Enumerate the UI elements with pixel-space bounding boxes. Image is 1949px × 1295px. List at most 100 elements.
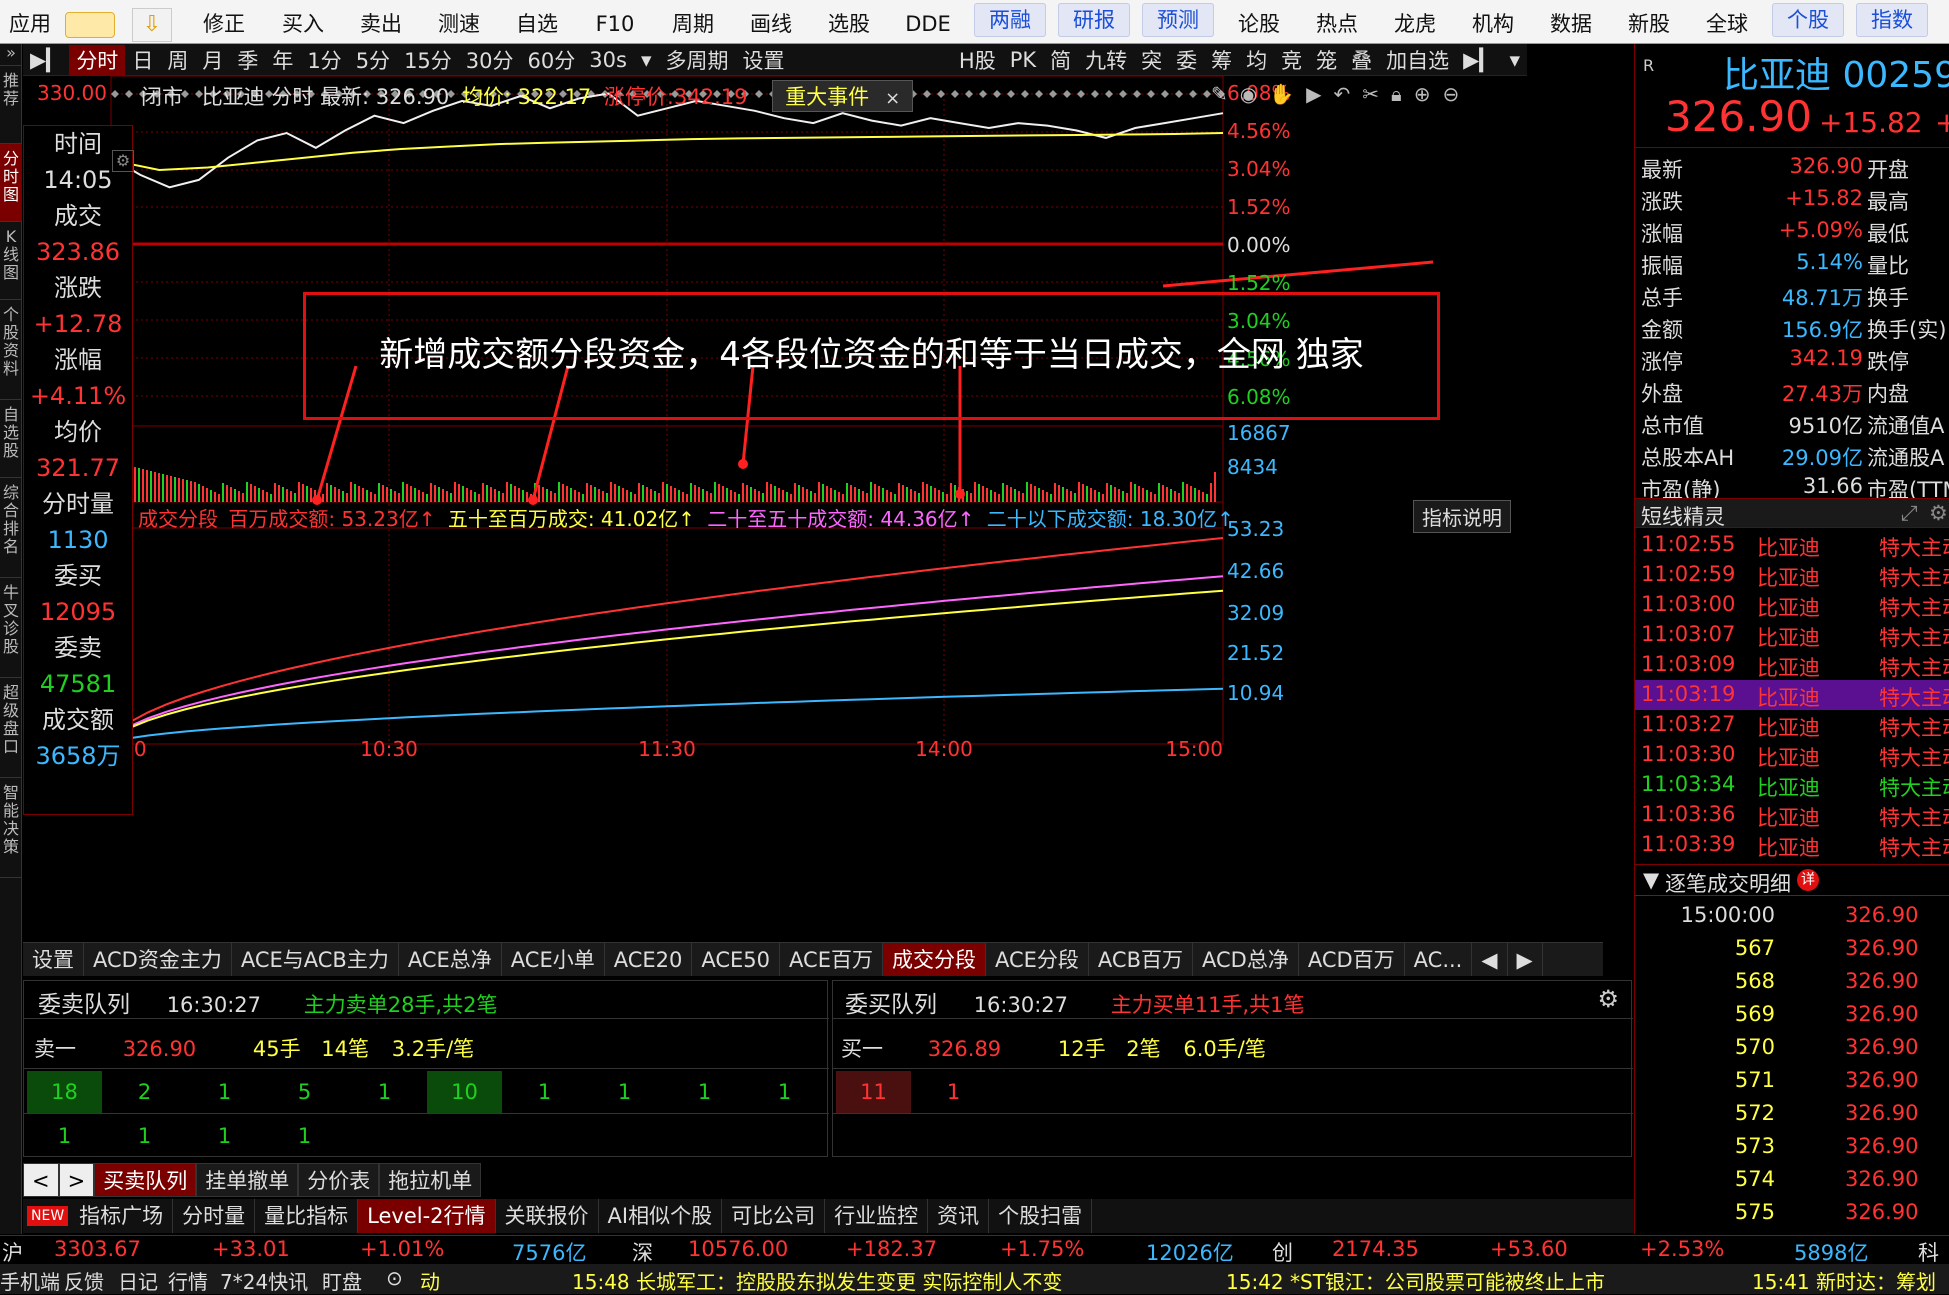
spirit-row[interactable]: 11:03:36 比亚迪 特大主动 (1635, 800, 1949, 830)
close-icon[interactable]: × (885, 88, 900, 109)
lock-icon[interactable]: 🔒︎ (1391, 82, 1414, 106)
nav-kline[interactable]: K线图 (0, 222, 22, 300)
gear-icon[interactable]: ⚙ (1597, 985, 1619, 1013)
tab-tractor[interactable]: 拖拉机单 (379, 1163, 482, 1197)
toolbar-watchlist[interactable]: 自选 (498, 0, 576, 43)
scissors-icon[interactable]: ✂ (1362, 82, 1391, 106)
detail-badge-icon[interactable]: 详 (1797, 869, 1819, 891)
toolbar-draw[interactable]: 画线 (732, 0, 810, 43)
toolbar-icon-2[interactable]: ⇩ (120, 0, 184, 43)
btn-simple[interactable]: 简 (1043, 45, 1078, 75)
toolbar-dde[interactable]: DDE (888, 0, 968, 43)
spirit-row[interactable]: 11:03:27 比亚迪 特大主动 (1635, 710, 1949, 740)
toolbar-index[interactable]: 指数 (1856, 3, 1928, 37)
toolbar-dragon[interactable]: 龙虎 (1376, 0, 1454, 43)
play-end-icon[interactable]: ▶▎ (1456, 48, 1502, 72)
spirit-row[interactable]: 11:03:07 比亚迪 特大主动 (1635, 620, 1949, 650)
collapse-icon[interactable]: ▼ (1643, 868, 1659, 892)
news-headline-3[interactable]: 15:41 新时达：筹划 (1752, 1266, 1936, 1295)
func-level2[interactable]: Level-2行情 (358, 1199, 496, 1233)
play-icon[interactable]: ▶ (1306, 82, 1333, 106)
news-headline-1[interactable]: 15:48 长城军工：控股股东拟发生变更 实际控制人不变 (572, 1266, 1062, 1295)
news-item-diary[interactable]: 日记 (118, 1266, 158, 1295)
toolbar-screener[interactable]: 选股 (810, 0, 888, 43)
btn-cage[interactable]: 笼 (1309, 45, 1344, 75)
func-ai-similar[interactable]: AI相似个股 (599, 1199, 723, 1233)
popout-icon[interactable]: ⤢ (1901, 501, 1918, 526)
period-day[interactable]: 日 (125, 45, 160, 75)
toolbar-margin[interactable]: 两融 (974, 3, 1046, 37)
func-risk-scan[interactable]: 个股扫雷 (989, 1199, 1093, 1233)
toolbar-icon-1[interactable] (60, 0, 120, 43)
func-volume-ratio[interactable]: 量比指标 (255, 1199, 359, 1233)
tab-order-queue[interactable]: 买卖队列 (94, 1163, 197, 1197)
spirit-row[interactable]: 11:03:30 比亚迪 特大主动 (1635, 740, 1949, 770)
period-week[interactable]: 周 (160, 45, 195, 75)
news-item-feedback[interactable]: 反馈 (64, 1266, 104, 1295)
period-1m[interactable]: 1分 (300, 45, 348, 75)
ind-tab-ace-net[interactable]: ACE总净 (399, 943, 502, 976)
nav-watch[interactable]: 自选股 (0, 400, 22, 478)
ind-tab-acd-million[interactable]: ACD百万 (1299, 943, 1405, 976)
scroll-left-icon[interactable]: ◀ (1472, 943, 1508, 976)
ind-tab-acb-million[interactable]: ACB百万 (1089, 943, 1193, 976)
func-indicator-square[interactable]: 指标广场 (70, 1199, 174, 1233)
period-intraday[interactable]: 分时 (69, 44, 126, 75)
func-industry-monitor[interactable]: 行业监控 (825, 1199, 929, 1233)
nav-next-icon[interactable]: > (58, 1163, 95, 1197)
toolbar-hot[interactable]: 热点 (1298, 0, 1376, 43)
period-15m[interactable]: 15分 (397, 45, 459, 75)
news-item-watch[interactable]: 盯盘 (322, 1266, 362, 1295)
news-item-flash[interactable]: 7*24快讯 (220, 1266, 308, 1295)
spirit-row[interactable]: 11:03:19 比亚迪 特大主动 (1635, 680, 1949, 710)
toolbar-research[interactable]: 研报 (1058, 3, 1130, 37)
period-settings[interactable]: 设置 (735, 45, 791, 75)
btn-nine[interactable]: 九转 (1078, 45, 1134, 75)
btn-add-watch[interactable]: 加自选 (1379, 45, 1456, 75)
toolbar-buy[interactable]: 买入 (264, 0, 342, 43)
ind-tab-settings[interactable]: 设置 (23, 943, 84, 976)
spirit-row[interactable]: 11:03:34 比亚迪 特大主动 (1635, 770, 1949, 800)
toolbar-period[interactable]: 周期 (654, 0, 732, 43)
spirit-row[interactable]: 11:03:39 比亚迪 特大主动 (1635, 830, 1949, 860)
func-related-quote[interactable]: 关联报价 (496, 1199, 599, 1233)
ind-tab-ace-acb[interactable]: ACE与ACB主力 (232, 943, 399, 976)
func-volume[interactable]: 分时量 (173, 1199, 256, 1233)
tab-cancel-orders[interactable]: 挂单撤单 (196, 1163, 299, 1197)
toolbar-forecast[interactable]: 预测 (1142, 3, 1214, 37)
pen-icon[interactable]: ✎ (1211, 82, 1240, 106)
func-comparable[interactable]: 可比公司 (722, 1199, 826, 1233)
ind-tab-ace50[interactable]: ACE50 (692, 943, 781, 976)
nav-prev-icon[interactable]: < (23, 1163, 59, 1197)
nav-ai[interactable]: 智能决策 (0, 778, 22, 878)
period-30s[interactable]: 30s (582, 48, 634, 72)
toolbar-sell[interactable]: 卖出 (342, 0, 420, 43)
undo-icon[interactable]: ↶ (1334, 82, 1363, 106)
ind-tab-segment[interactable]: 成交分段 (882, 943, 986, 976)
nav-profile[interactable]: 个股资料 (0, 300, 22, 400)
nav-diagnosis[interactable]: 牛叉诊股 (0, 578, 22, 678)
toolbar-stock[interactable]: 个股 (1772, 3, 1844, 37)
spirit-row[interactable]: 11:03:09 比亚迪 特大主动 (1635, 650, 1949, 680)
period-month[interactable]: 月 (195, 45, 230, 75)
nav-ranking[interactable]: 综合排名 (0, 478, 22, 578)
hand-icon[interactable]: ✋ (1269, 82, 1306, 106)
ind-tab-more[interactable]: AC... (1405, 943, 1473, 976)
news-item-mobile[interactable]: 手机端 (0, 1266, 60, 1295)
scroll-right-icon[interactable]: ▶ (1508, 943, 1543, 976)
toolbar-correct[interactable]: 修正 (184, 0, 264, 43)
period-year[interactable]: 年 (265, 45, 300, 75)
indicator-help-button[interactable]: 指标说明 (1413, 500, 1511, 533)
gear-icon[interactable]: ⚙ (1929, 501, 1948, 525)
btn-pk[interactable]: PK (1003, 48, 1043, 72)
zoom-out-icon[interactable]: ⊖ (1442, 82, 1471, 106)
ind-tab-ace20[interactable]: ACE20 (605, 943, 693, 976)
toolbar-ipo[interactable]: 新股 (1610, 0, 1688, 43)
period-multi[interactable]: 多周期 (658, 45, 735, 75)
period-5m[interactable]: 5分 (349, 45, 397, 75)
btn-avg[interactable]: 均 (1239, 45, 1274, 75)
toolbar-data[interactable]: 数据 (1532, 0, 1610, 43)
btn-auction[interactable]: 竞 (1274, 45, 1309, 75)
major-event-button[interactable]: 重大事件 × (772, 80, 914, 112)
nav-superboard[interactable]: 超级盘口 (0, 678, 22, 778)
